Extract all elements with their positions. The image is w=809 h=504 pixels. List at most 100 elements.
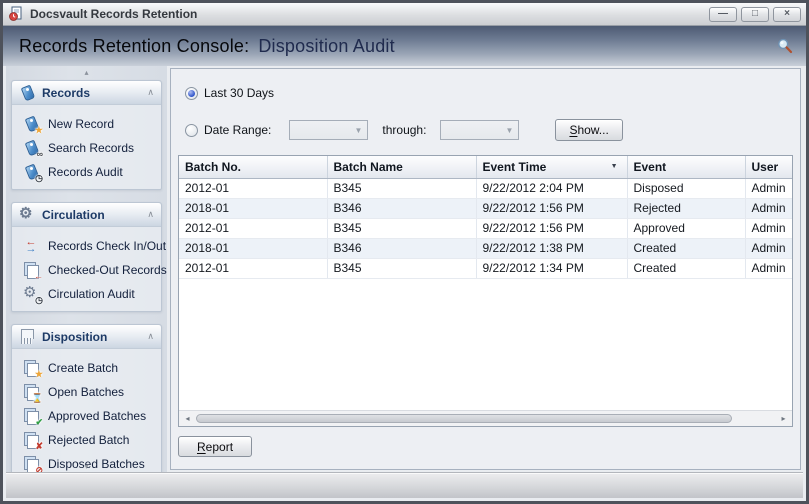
sidebar-group-header-records[interactable]: Records ∧ xyxy=(12,81,161,105)
sidebar-group-records: Records ∧ ★ New Record ∞ Search Records ◷ Recor… xyxy=(11,80,162,190)
table-header-row: Batch No. Batch Name Event Time ▼ Event User xyxy=(179,156,792,179)
sidebar-scroll-up-icon[interactable]: ▴ xyxy=(6,69,167,77)
circulation-icon: ⚙ xyxy=(19,204,33,222)
sidebar-group-disposition: Disposition ∧ ★ Create Batch ⌛ Open Batches ✔ A… xyxy=(11,324,162,472)
collapse-chevron-icon[interactable]: ∧ xyxy=(147,87,154,98)
dropdown-arrow-icon: ▼ xyxy=(354,125,363,135)
sidebar-scroll-down-icon[interactable]: ▾ xyxy=(6,463,167,471)
sidebar-item-records-check-in-out[interactable]: ← → Records Check In/Out xyxy=(14,234,167,258)
table-row[interactable]: 2018-01 B346 9/22/2012 1:38 PM Created Admin xyxy=(179,238,792,259)
table-cell: 2018-01 xyxy=(179,238,328,259)
scroll-right-icon[interactable]: ▸ xyxy=(777,414,790,423)
sidebar-groups: Records ∧ ★ New Record ∞ Search Records ◷ Recor… xyxy=(6,80,167,472)
column-header-label: Batch No. xyxy=(185,159,242,174)
table-cell: Created xyxy=(627,238,746,259)
column-header-batch-name[interactable]: Batch Name xyxy=(327,156,477,179)
table-row[interactable]: 2012-01 B345 9/22/2012 1:56 PM Approved Admi… xyxy=(179,218,792,239)
collapse-chevron-icon[interactable]: ∧ xyxy=(147,331,154,342)
sidebar-group-header-disposition[interactable]: Disposition ∧ xyxy=(12,325,161,349)
table-cell: B345 xyxy=(327,178,477,199)
sidebar-item-new-record[interactable]: ★ New Record xyxy=(14,112,159,136)
page-title-prefix: Records Retention Console: xyxy=(19,35,250,56)
table-row[interactable]: 2012-01 B345 9/22/2012 1:34 PM Created Admin xyxy=(179,258,792,279)
table-body: 2012-01 B345 9/22/2012 2:04 PM Disposed Admi… xyxy=(179,178,792,279)
date-to-dropdown[interactable]: ▼ xyxy=(440,120,520,140)
table-cell: Rejected xyxy=(627,198,746,219)
sidebar-item-approved-batches[interactable]: ✔ Approved Batches xyxy=(14,404,159,428)
scroll-left-icon[interactable]: ◂ xyxy=(181,414,194,423)
sidebar-item-create-batch[interactable]: ★ Create Batch xyxy=(14,356,159,380)
column-header-event-time[interactable]: Event Time ▼ xyxy=(476,156,628,179)
table-cell: Approved xyxy=(627,218,746,239)
search-icon[interactable] xyxy=(777,38,793,54)
date-from-dropdown[interactable]: ▼ xyxy=(289,120,369,140)
last-30-days-label: Last 30 Days xyxy=(204,86,275,100)
sidebar-item-circulation-audit[interactable]: ⚙ ◷ Circulation Audit xyxy=(14,282,159,306)
table-row[interactable]: 2012-01 B345 9/22/2012 2:04 PM Disposed Admi… xyxy=(179,178,792,199)
open-batches-icon: ⌛ xyxy=(23,384,43,403)
table-cell: B345 xyxy=(327,258,477,279)
footer-actions: Report xyxy=(178,436,793,457)
status-bar xyxy=(6,472,803,498)
table-cell: Admin xyxy=(745,258,792,279)
column-header-label: User xyxy=(751,159,779,174)
window-controls: — □ × xyxy=(709,6,801,22)
table-cell: Admin xyxy=(745,198,792,219)
group-label: Circulation xyxy=(42,207,105,222)
table-cell: B346 xyxy=(327,198,477,219)
date-range-radio[interactable] xyxy=(185,123,198,137)
sidebar-item-label: Records Check In/Out xyxy=(48,239,167,253)
sidebar-item-records-audit[interactable]: ◷ Records Audit xyxy=(14,160,159,184)
page-title-current: Disposition Audit xyxy=(258,35,395,56)
column-header-event[interactable]: Event xyxy=(627,156,746,179)
table-cell: Admin xyxy=(745,178,792,199)
date-range-label: Date Range: xyxy=(204,123,272,137)
table-cell: 2018-01 xyxy=(179,198,328,219)
dropdown-arrow-icon: ▼ xyxy=(505,125,514,135)
last-30-days-option: Last 30 Days xyxy=(185,86,793,100)
approved-batches-icon: ✔ xyxy=(23,408,43,427)
sidebar-group-circulation: ⚙ Circulation ∧ ← → Records Check In/Out ← Chec… xyxy=(11,202,167,312)
table-cell: 9/22/2012 2:04 PM xyxy=(476,178,628,199)
group-items: ← → Records Check In/Out ← Checked-Out Recor… xyxy=(12,227,167,311)
content-area: ▴ Records ∧ ★ New Record ∞ Search Records ◷ Rec… xyxy=(6,66,803,472)
close-button[interactable]: × xyxy=(773,6,801,22)
sidebar-item-checked-out-records[interactable]: ← Checked-Out Records xyxy=(14,258,167,282)
scrollbar-thumb[interactable] xyxy=(196,414,732,423)
minimize-button[interactable]: — xyxy=(709,6,737,22)
collapse-chevron-icon[interactable]: ∧ xyxy=(147,209,154,220)
sidebar-item-search-records[interactable]: ∞ Search Records xyxy=(14,136,159,160)
table-cell: 9/22/2012 1:56 PM xyxy=(476,198,628,219)
column-header-user[interactable]: User xyxy=(745,156,792,179)
group-label: Disposition xyxy=(42,329,108,344)
sidebar-group-header-circulation[interactable]: ⚙ Circulation ∧ xyxy=(12,203,161,227)
maximize-button[interactable]: □ xyxy=(741,6,769,22)
group-label: Records xyxy=(42,85,91,100)
table-row[interactable]: 2018-01 B346 9/22/2012 1:56 PM Rejected Admi… xyxy=(179,198,792,219)
header-band: Records Retention Console: Disposition Au… xyxy=(3,26,806,66)
show-button[interactable]: Show... xyxy=(555,119,623,141)
table-cell: Created xyxy=(627,258,746,279)
sidebar-item-label: Circulation Audit xyxy=(48,287,135,301)
through-label: through: xyxy=(382,123,427,137)
main-panel: Last 30 Days Date Range: ▼ through: ▼ Sh… xyxy=(170,68,801,470)
sidebar-item-open-batches[interactable]: ⌛ Open Batches xyxy=(14,380,159,404)
records-check-in-out-icon: ← → xyxy=(25,236,37,255)
column-header-batch-no[interactable]: Batch No. xyxy=(179,156,328,179)
sort-desc-icon: ▼ xyxy=(610,163,618,170)
table-cell: 9/22/2012 1:56 PM xyxy=(476,218,628,239)
last-30-days-radio[interactable] xyxy=(185,86,198,100)
sidebar-item-label: Search Records xyxy=(48,141,135,155)
horizontal-scrollbar: ◂ ▸ xyxy=(179,410,792,426)
table-cell: 2012-01 xyxy=(179,258,328,279)
window-title: Docsvault Records Retention xyxy=(30,7,198,21)
sidebar-item-label: Checked-Out Records xyxy=(48,263,167,277)
sidebar-item-label: Create Batch xyxy=(48,361,119,375)
report-button[interactable]: Report xyxy=(178,436,253,457)
rejected-batch-icon: ✘ xyxy=(23,432,43,451)
checked-out-records-icon: ← xyxy=(23,262,43,281)
group-items: ★ Create Batch ⌛ Open Batches ✔ Approved Batc… xyxy=(12,349,161,472)
audit-table: Batch No. Batch Name Event Time ▼ Event User … xyxy=(178,155,793,427)
circulation-audit-icon: ⚙ ◷ xyxy=(23,284,43,305)
sidebar-item-rejected-batch[interactable]: ✘ Rejected Batch xyxy=(14,428,159,452)
